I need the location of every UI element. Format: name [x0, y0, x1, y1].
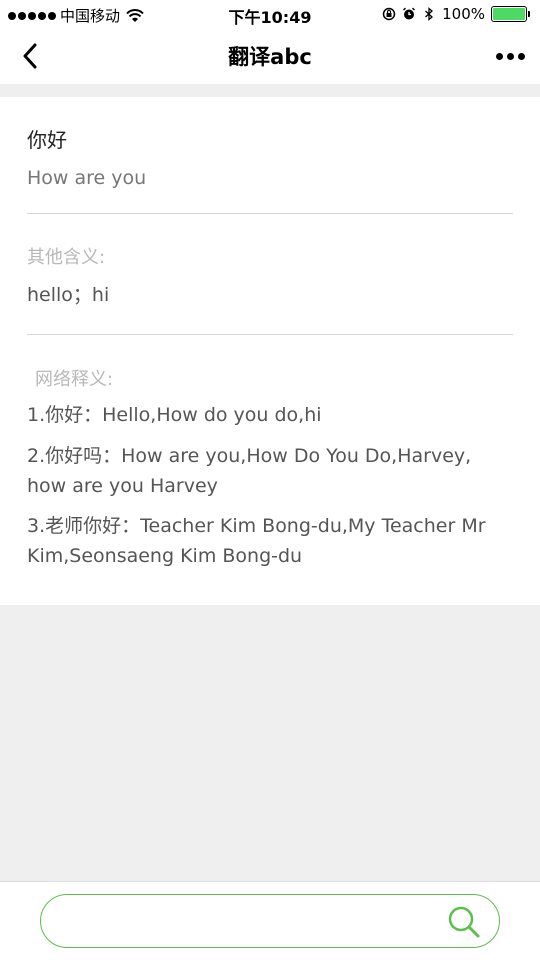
bottom-input-bar: [0, 881, 540, 960]
more-options-button[interactable]: [490, 40, 530, 72]
divider: [27, 213, 513, 214]
page-title: 翻译abc: [228, 45, 312, 69]
bluetooth-icon: [425, 7, 434, 21]
other-meanings-text: hello；hi: [27, 284, 110, 306]
web-definition-item: 3.老师你好：Teacher Kim Bong-du,My Teacher Mr…: [27, 515, 486, 567]
web-definition-item: 1.你好：Hello,How do you do,hi: [27, 404, 322, 426]
web-definitions-label: 网络释义:: [35, 369, 114, 390]
status-bar: 中国移动 下午10:49 100%: [0, 0, 540, 28]
translation-result-card: 你好 How are you 其他含义: hello；hi 网络释义: 1.你好…: [0, 97, 540, 605]
search-input[interactable]: [41, 895, 441, 947]
source-text: 你好: [27, 128, 67, 152]
rotation-lock-icon: [382, 7, 396, 21]
web-definition-item: 2.你好吗：How are you,How Do You Do,Harvey, …: [27, 445, 472, 497]
divider: [27, 334, 513, 335]
battery-icon: [491, 6, 530, 22]
other-meanings-label: 其他含义:: [27, 247, 106, 268]
alarm-icon: [403, 7, 416, 20]
search-icon[interactable]: [447, 905, 481, 939]
battery-percentage: 100%: [442, 5, 485, 23]
nav-bar: 翻译abc: [0, 28, 540, 84]
search-box: [40, 894, 500, 948]
more-dots-icon: [495, 52, 503, 60]
main-translation: How are you: [27, 167, 147, 189]
status-right: 100%: [382, 5, 530, 23]
